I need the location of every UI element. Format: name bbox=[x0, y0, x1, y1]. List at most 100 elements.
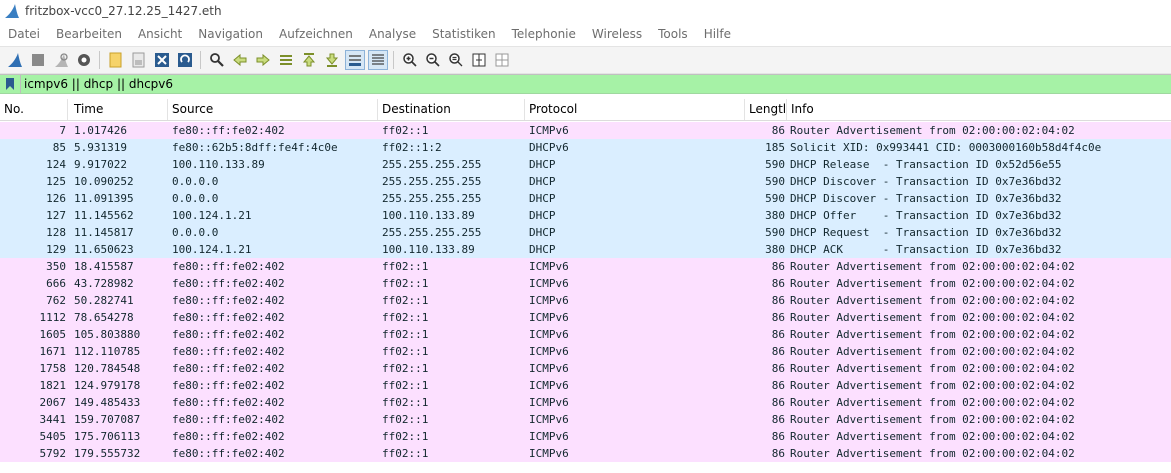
packet-time: 112.110785 bbox=[74, 345, 141, 358]
menu-datei[interactable]: Datei bbox=[0, 27, 48, 41]
table-row[interactable]: 666 43.728982 fe80::ff:fe02:402 ff02::1 ICMP… bbox=[0, 275, 1171, 292]
column-header-source[interactable]: Source bbox=[168, 99, 378, 120]
packet-length: 86 bbox=[771, 413, 785, 426]
packet-source: fe80::ff:fe02:402 bbox=[172, 260, 285, 273]
packet-no: 1821 bbox=[39, 379, 67, 392]
table-row[interactable]: 1112 78.654278 fe80::ff:fe02:402 ff02::1 ICM… bbox=[0, 309, 1171, 326]
menu-bearbeiten[interactable]: Bearbeiten bbox=[48, 27, 130, 41]
filter-bookmark-icon[interactable] bbox=[0, 75, 21, 93]
go-forward-icon[interactable] bbox=[253, 50, 273, 70]
column-header-length[interactable]: Lengtl bbox=[745, 99, 787, 120]
packet-no: 3441 bbox=[39, 413, 67, 426]
packet-destination: ff02::1 bbox=[382, 396, 429, 409]
menu-navigation[interactable]: Navigation bbox=[190, 27, 271, 41]
packet-no: 1605 bbox=[39, 328, 67, 341]
table-row[interactable]: 3441 159.707087 fe80::ff:fe02:402 ff02::1 IC… bbox=[0, 411, 1171, 428]
packet-no: 85 bbox=[52, 141, 66, 154]
packet-info: Router Advertisement from 02:00:00:02:04… bbox=[790, 430, 1075, 443]
packet-no: 127 bbox=[46, 209, 66, 222]
first-packet-icon[interactable] bbox=[299, 50, 319, 70]
packet-destination: ff02::1 bbox=[382, 413, 429, 426]
packet-source: 0.0.0.0 bbox=[172, 192, 219, 205]
packet-length: 86 bbox=[771, 124, 785, 137]
packet-length: 86 bbox=[771, 379, 785, 392]
close-file-icon[interactable] bbox=[152, 50, 172, 70]
table-row[interactable]: 1605 105.803880 fe80::ff:fe02:402 ff02::1 IC… bbox=[0, 326, 1171, 343]
zoom-in-icon[interactable] bbox=[400, 50, 420, 70]
restart-capture-icon[interactable] bbox=[51, 50, 71, 70]
packet-time: 175.706113 bbox=[74, 430, 141, 443]
packet-destination: ff02::1 bbox=[382, 124, 429, 137]
packet-destination: ff02::1 bbox=[382, 277, 429, 290]
capture-options-icon[interactable] bbox=[74, 50, 94, 70]
menu-wireless[interactable]: Wireless bbox=[584, 27, 650, 41]
table-row[interactable]: 127 11.145562 100.124.1.21 100.110.133.89 DH… bbox=[0, 207, 1171, 224]
packet-source: fe80::ff:fe02:402 bbox=[172, 447, 285, 460]
menu-aufzeichnen[interactable]: Aufzeichnen bbox=[271, 27, 361, 41]
table-row[interactable]: 2067 149.485433 fe80::ff:fe02:402 ff02::1 IC… bbox=[0, 394, 1171, 411]
table-row[interactable]: 762 50.282741 fe80::ff:fe02:402 ff02::1 ICMP… bbox=[0, 292, 1171, 309]
packet-protocol: ICMPv6 bbox=[529, 379, 569, 392]
auto-scroll-icon[interactable] bbox=[344, 50, 365, 70]
zoom-out-icon[interactable] bbox=[423, 50, 443, 70]
packet-destination: ff02::1:2 bbox=[382, 141, 442, 154]
column-header-time[interactable]: Time bbox=[70, 99, 168, 120]
packet-info: DHCP Discover - Transaction ID 0x7e36bd3… bbox=[790, 175, 1062, 188]
packet-destination: ff02::1 bbox=[382, 345, 429, 358]
menu-bar: Datei Bearbeiten Ansicht Navigation Aufz… bbox=[0, 24, 1171, 44]
save-file-icon[interactable] bbox=[129, 50, 149, 70]
table-row[interactable]: 128 11.145817 0.0.0.0 255.255.255.255 DHCP 59… bbox=[0, 224, 1171, 241]
table-row[interactable]: 1671 112.110785 fe80::ff:fe02:402 ff02::1 IC… bbox=[0, 343, 1171, 360]
find-packet-icon[interactable] bbox=[207, 50, 227, 70]
table-row[interactable]: 5405 175.706113 fe80::ff:fe02:402 ff02::1 IC… bbox=[0, 428, 1171, 445]
packet-source: fe80::ff:fe02:402 bbox=[172, 362, 285, 375]
table-row[interactable]: 5792 179.555732 fe80::ff:fe02:402 ff02::1 IC… bbox=[0, 445, 1171, 462]
packet-length: 185 bbox=[765, 141, 785, 154]
last-packet-icon[interactable] bbox=[322, 50, 342, 70]
column-header-no[interactable]: No. bbox=[0, 99, 68, 120]
packet-destination: 255.255.255.255 bbox=[382, 175, 482, 188]
table-row[interactable]: 124 9.917022 100.110.133.89 255.255.255.255… bbox=[0, 156, 1171, 173]
menu-telephonie[interactable]: Telephonie bbox=[504, 27, 584, 41]
stop-capture-icon[interactable] bbox=[28, 50, 48, 70]
menu-tools[interactable]: Tools bbox=[650, 27, 696, 41]
table-row[interactable]: 1758 120.784548 fe80::ff:fe02:402 ff02::1 IC… bbox=[0, 360, 1171, 377]
packet-info: Router Advertisement from 02:00:00:02:04… bbox=[790, 413, 1075, 426]
display-filter-bar: icmpv6 || dhcp || dhcpv6 bbox=[0, 74, 1171, 94]
table-row[interactable]: 1821 124.979178 fe80::ff:fe02:402 ff02::1 IC… bbox=[0, 377, 1171, 394]
main-toolbar bbox=[0, 46, 1171, 74]
packet-source: fe80::ff:fe02:402 bbox=[172, 430, 285, 443]
normal-size-icon[interactable] bbox=[446, 50, 466, 70]
go-to-packet-icon[interactable] bbox=[276, 50, 296, 70]
colorize-icon[interactable] bbox=[367, 50, 388, 70]
packet-source: fe80::ff:fe02:402 bbox=[172, 328, 285, 341]
go-back-icon[interactable] bbox=[230, 50, 250, 70]
resize-columns-icon[interactable] bbox=[469, 50, 489, 70]
menu-analyse[interactable]: Analyse bbox=[361, 27, 424, 41]
packet-source: 0.0.0.0 bbox=[172, 226, 219, 239]
table-row[interactable]: 129 11.650623 100.124.1.21 100.110.133.89 DH… bbox=[0, 241, 1171, 258]
menu-hilfe[interactable]: Hilfe bbox=[696, 27, 739, 41]
packet-destination: ff02::1 bbox=[382, 430, 429, 443]
layout-icon[interactable] bbox=[492, 50, 512, 70]
table-row[interactable]: 125 10.090252 0.0.0.0 255.255.255.255 DHCP 59… bbox=[0, 173, 1171, 190]
table-row[interactable]: 85 5.931319 fe80::62b5:8dff:fe4f:4c0e ff02:… bbox=[0, 139, 1171, 156]
table-row[interactable]: 350 18.415587 fe80::ff:fe02:402 ff02::1 ICMP… bbox=[0, 258, 1171, 275]
column-header-destination[interactable]: Destination bbox=[378, 99, 525, 120]
packet-info: DHCP Discover - Transaction ID 0x7e36bd3… bbox=[790, 192, 1062, 205]
open-file-icon[interactable] bbox=[106, 50, 126, 70]
display-filter-input[interactable]: icmpv6 || dhcp || dhcpv6 bbox=[24, 77, 173, 91]
packet-time: 18.415587 bbox=[74, 260, 134, 273]
reload-file-icon[interactable] bbox=[175, 50, 195, 70]
packet-no: 126 bbox=[46, 192, 66, 205]
table-row[interactable]: 126 11.091395 0.0.0.0 255.255.255.255 DHCP 59… bbox=[0, 190, 1171, 207]
column-header-protocol[interactable]: Protocol bbox=[525, 99, 745, 120]
packet-protocol: ICMPv6 bbox=[529, 294, 569, 307]
table-row[interactable]: 7 1.017426 fe80::ff:fe02:402 ff02::1 ICMPv6 8… bbox=[0, 122, 1171, 139]
menu-statistiken[interactable]: Statistiken bbox=[424, 27, 504, 41]
menu-ansicht[interactable]: Ansicht bbox=[130, 27, 190, 41]
column-header-info[interactable]: Info bbox=[787, 99, 1171, 120]
packet-time: 149.485433 bbox=[74, 396, 141, 409]
start-capture-icon[interactable] bbox=[5, 50, 25, 70]
packet-source: fe80::ff:fe02:402 bbox=[172, 379, 285, 392]
